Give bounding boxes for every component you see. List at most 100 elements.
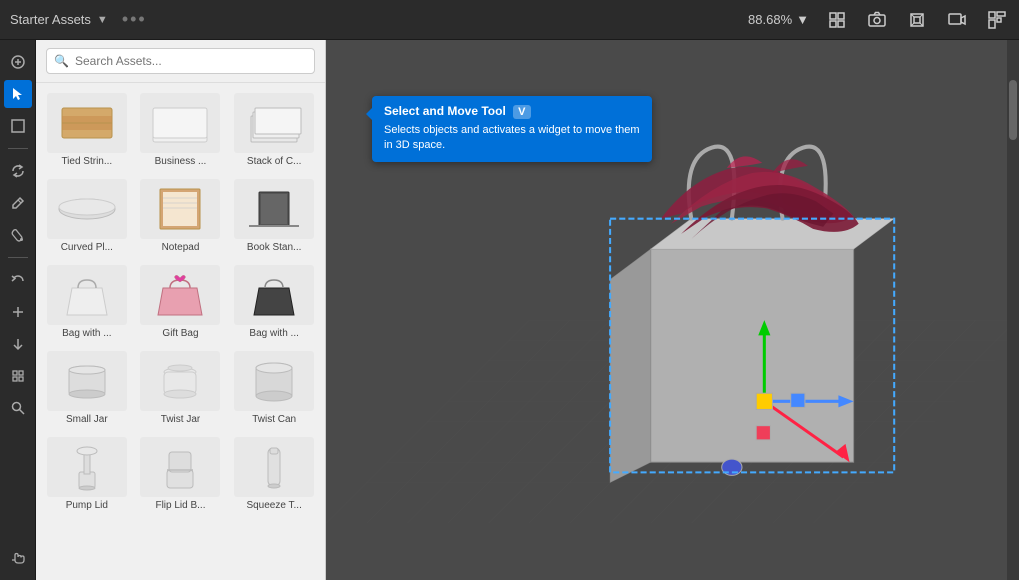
asset-label-small-jar: Small Jar (66, 414, 108, 425)
asset-curved-plate[interactable]: Curved Pl... (42, 175, 132, 257)
small-jar-preview (52, 356, 122, 406)
book-stand-preview (239, 184, 309, 234)
frame-all-button[interactable] (825, 8, 849, 32)
render-icon (948, 11, 966, 29)
asset-bag-white[interactable]: Bag with ... (42, 261, 132, 343)
search-input[interactable] (46, 48, 315, 74)
search-wrapper: 🔍 (46, 48, 315, 74)
viewport-scrollbar[interactable] (1007, 40, 1019, 580)
asset-label-pump-lid: Pump Lid (66, 500, 108, 511)
camera-icon (868, 11, 886, 29)
asset-notepad[interactable]: Notepad (136, 175, 226, 257)
asset-thumb-pump-lid (47, 437, 127, 497)
hand-tool[interactable] (4, 544, 32, 572)
perspective-icon (908, 11, 926, 29)
render-button[interactable] (945, 8, 969, 32)
asset-thumb-curved-plate (47, 179, 127, 239)
asset-label-twist-jar: Twist Jar (161, 414, 200, 425)
asset-label-tied-string: Tied Strin... (61, 156, 112, 167)
asset-gift-bag[interactable]: Gift Bag (136, 261, 226, 343)
asset-label-book-stand: Book Stan... (247, 242, 301, 253)
bag-white-preview (52, 270, 122, 320)
tied-string-preview (52, 98, 122, 148)
anchor-tool[interactable] (4, 362, 32, 390)
asset-thumb-squeeze-tube (234, 437, 314, 497)
asset-label-twist-can: Twist Can (252, 414, 296, 425)
tooltip-description: Selects objects and activates a widget t… (384, 123, 640, 154)
zoom-dropdown-icon: ▼ (796, 12, 809, 27)
grid-icon (988, 11, 1006, 29)
more-options[interactable]: ••• (122, 9, 147, 30)
top-bar: Starter Assets ▼ ••• 88.68% ▼ (0, 0, 1019, 40)
asset-tied-string[interactable]: Tied Strin... (42, 89, 132, 171)
asset-thumb-stack-of-cards (234, 93, 314, 153)
asset-label-notepad: Notepad (162, 242, 200, 253)
bag-black-preview (239, 270, 309, 320)
pump-lid-preview (52, 442, 122, 492)
zoom-value: 88.68% (748, 12, 792, 27)
select-move-tool[interactable] (4, 80, 32, 108)
asset-label-bag-black: Bag with ... (249, 328, 298, 339)
search-tool[interactable] (4, 394, 32, 422)
asset-thumb-notepad (140, 179, 220, 239)
assets-panel: 🔍 Tied Strin... (36, 40, 326, 580)
dropdown-arrow[interactable]: ▼ (97, 14, 108, 26)
top-bar-right: 88.68% ▼ (748, 8, 1009, 32)
left-toolbar (0, 40, 36, 580)
tooltip-shortcut: V (513, 105, 530, 119)
asset-bag-black[interactable]: Bag with ... (229, 261, 319, 343)
camera-button[interactable] (865, 8, 889, 32)
top-bar-left: Starter Assets ▼ ••• (10, 9, 147, 30)
asset-thumb-twist-jar (140, 351, 220, 411)
undo-tool[interactable] (4, 266, 32, 294)
curved-plate-preview (52, 184, 122, 234)
asset-stack-of-cards[interactable]: Stack of C... (229, 89, 319, 171)
asset-pump-lid[interactable]: Pump Lid (42, 433, 132, 515)
perspective-button[interactable] (905, 8, 929, 32)
notepad-preview (145, 184, 215, 234)
asset-label-bag-white: Bag with ... (62, 328, 111, 339)
asset-thumb-bag-black (234, 265, 314, 325)
asset-twist-jar[interactable]: Twist Jar (136, 347, 226, 429)
asset-thumb-book-stand (234, 179, 314, 239)
asset-thumb-tied-string (47, 93, 127, 153)
divider-1 (8, 148, 28, 149)
transform-tool[interactable] (4, 112, 32, 140)
asset-twist-can[interactable]: Twist Can (229, 347, 319, 429)
rotate-tool[interactable] (4, 157, 32, 185)
asset-thumb-business-card (140, 93, 220, 153)
add-object-tool[interactable] (4, 48, 32, 76)
twist-can-preview (239, 356, 309, 406)
asset-label-business-card: Business ... (155, 156, 207, 167)
asset-small-jar[interactable]: Small Jar (42, 347, 132, 429)
asset-thumb-small-jar (47, 351, 127, 411)
asset-label-squeeze-tube: Squeeze T... (246, 500, 301, 511)
asset-flip-lid[interactable]: Flip Lid B... (136, 433, 226, 515)
asset-thumb-gift-bag (140, 265, 220, 325)
asset-label-curved-plate: Curved Pl... (61, 242, 113, 253)
main-layout: 🔍 Tied Strin... (0, 40, 1019, 580)
asset-squeeze-tube[interactable]: Squeeze T... (229, 433, 319, 515)
brush-tool[interactable] (4, 189, 32, 217)
asset-thumb-twist-can (234, 351, 314, 411)
asset-business-card[interactable]: Business ... (136, 89, 226, 171)
paint-tool[interactable] (4, 221, 32, 249)
search-bar: 🔍 (36, 40, 325, 83)
asset-label-stack-of-cards: Stack of C... (247, 156, 301, 167)
divider-2 (8, 257, 28, 258)
zoom-control[interactable]: 88.68% ▼ (748, 12, 809, 27)
viewport[interactable]: Select and Move Tool V Selects objects a… (326, 40, 1019, 580)
asset-thumb-bag-white (47, 265, 127, 325)
squeeze-tube-preview (239, 442, 309, 492)
flip-lid-preview (145, 442, 215, 492)
gift-bag-preview (145, 270, 215, 320)
grid-button[interactable] (985, 8, 1009, 32)
asset-book-stand[interactable]: Book Stan... (229, 175, 319, 257)
plus-tool[interactable] (4, 298, 32, 326)
scrollbar-thumb[interactable] (1009, 80, 1017, 140)
tooltip-arrow (366, 108, 372, 120)
assets-title: Starter Assets (10, 12, 91, 27)
tooltip-title: Select and Move Tool V (384, 104, 640, 119)
twist-jar-preview (145, 356, 215, 406)
move-down-tool[interactable] (4, 330, 32, 358)
